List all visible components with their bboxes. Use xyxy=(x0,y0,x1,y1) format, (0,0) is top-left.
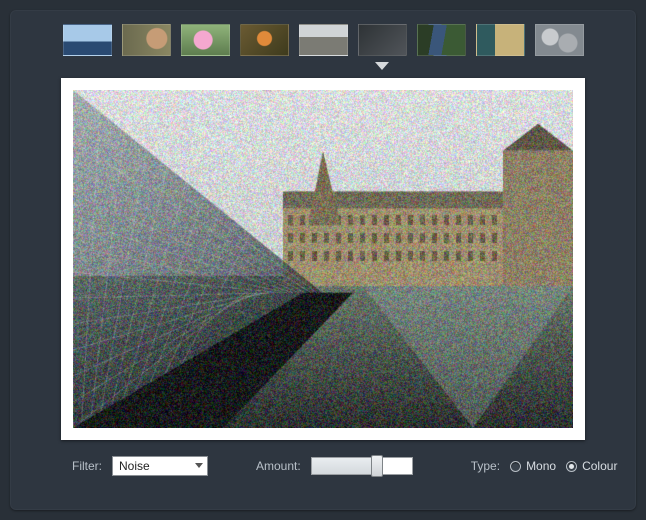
filter-select-wrap: Noise xyxy=(112,456,208,476)
amount-slider[interactable] xyxy=(311,457,413,475)
thumbnail-1[interactable] xyxy=(122,24,171,56)
preview-canvas xyxy=(73,90,573,428)
thumbnail-2[interactable] xyxy=(181,24,230,56)
amount-slider-handle[interactable] xyxy=(371,455,383,477)
type-radio-mono[interactable]: Mono xyxy=(510,459,556,473)
thumbnail-0[interactable] xyxy=(63,24,112,56)
app-root: Filter: Noise Amount: Type: Mono Colour xyxy=(0,0,646,520)
filter-select[interactable]: Noise xyxy=(112,456,208,476)
thumbnail-3[interactable] xyxy=(240,24,289,56)
radio-dot-icon xyxy=(510,461,521,472)
image-frame xyxy=(61,78,585,440)
controls-bar: Filter: Noise Amount: Type: Mono Colour xyxy=(10,456,636,476)
amount-label: Amount: xyxy=(256,459,301,473)
thumbnail-6[interactable] xyxy=(417,24,466,56)
caret-down-icon xyxy=(375,62,389,70)
editor-panel: Filter: Noise Amount: Type: Mono Colour xyxy=(10,10,636,510)
thumbnail-5[interactable] xyxy=(358,24,407,56)
filter-label: Filter: xyxy=(72,459,102,473)
type-label: Type: xyxy=(471,459,500,473)
selection-indicator-row xyxy=(10,62,636,74)
amount-slider-fill xyxy=(312,458,377,474)
type-radio-mono-label: Mono xyxy=(526,459,556,473)
thumbnail-7[interactable] xyxy=(476,24,525,56)
thumbnail-8[interactable] xyxy=(535,24,584,56)
type-radio-colour-label: Colour xyxy=(582,459,617,473)
thumbnail-strip xyxy=(10,24,636,56)
thumbnail-4[interactable] xyxy=(299,24,348,56)
type-radio-colour[interactable]: Colour xyxy=(566,459,617,473)
radio-dot-icon xyxy=(566,461,577,472)
